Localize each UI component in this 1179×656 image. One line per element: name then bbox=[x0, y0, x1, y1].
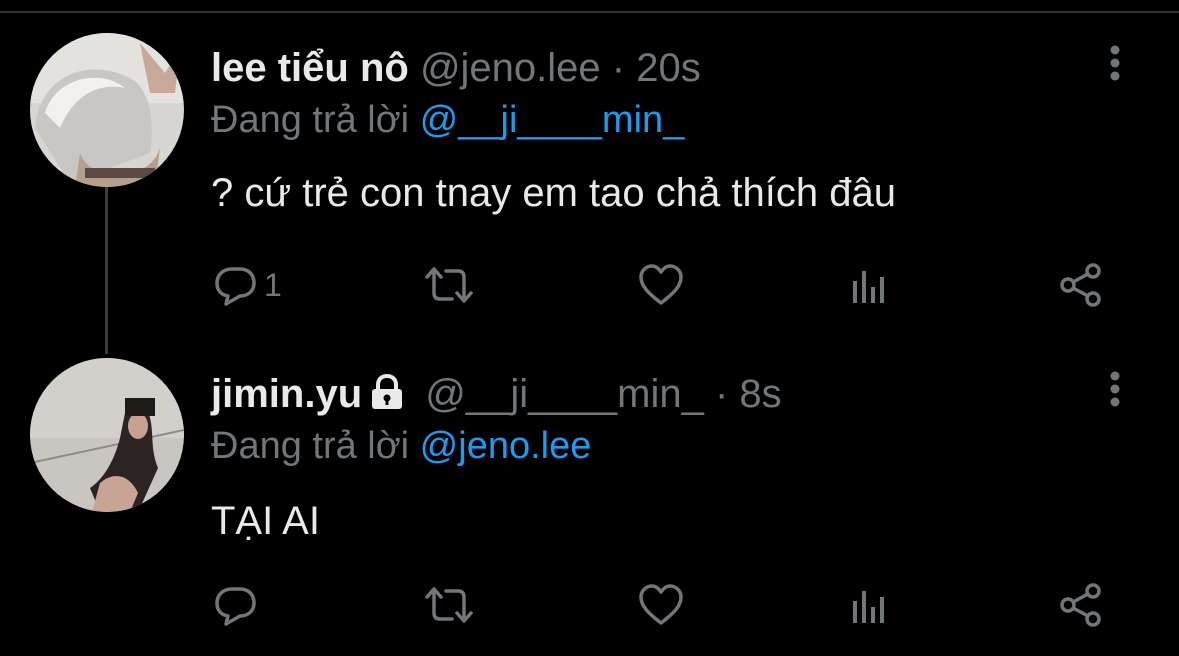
reply-button[interactable]: 1 bbox=[214, 262, 282, 308]
share-icon bbox=[1060, 583, 1101, 627]
retweet-button[interactable] bbox=[423, 262, 475, 308]
replying-to: Đang trả lời @jeno.lee bbox=[211, 427, 591, 465]
handle[interactable]: @jeno.lee bbox=[420, 46, 601, 90]
display-name[interactable]: jimin.yu bbox=[211, 372, 362, 416]
display-name[interactable]: lee tiểu nô bbox=[211, 46, 409, 90]
reply-icon bbox=[215, 587, 256, 626]
timestamp[interactable]: 20s bbox=[636, 46, 701, 90]
views-icon bbox=[853, 591, 884, 623]
tweet-text: ? cứ trẻ con tnay em tao chả thích đâu bbox=[211, 171, 896, 215]
avatar[interactable] bbox=[30, 358, 184, 512]
avatar[interactable] bbox=[30, 33, 184, 187]
action-bar bbox=[210, 582, 1110, 632]
action-bar: 1 bbox=[210, 262, 1110, 312]
tweet-header: jimin.yu @__ji____min_ · 8s bbox=[211, 372, 782, 417]
reply-prefix: Đang trả lời bbox=[211, 425, 410, 467]
more-icon[interactable] bbox=[1103, 44, 1127, 88]
top-divider bbox=[0, 11, 1179, 13]
like-icon bbox=[639, 584, 683, 625]
like-icon bbox=[639, 264, 683, 305]
reply-count: 1 bbox=[264, 266, 282, 303]
separator: · bbox=[611, 46, 626, 90]
handle[interactable]: @__ji____min_ bbox=[425, 372, 704, 416]
thread-connector bbox=[105, 186, 108, 354]
tweet-header: lee tiểu nô @jeno.lee · 20s bbox=[211, 48, 701, 88]
retweet-icon bbox=[425, 587, 473, 623]
reply-prefix: Đang trả lời bbox=[211, 99, 410, 141]
more-icon[interactable] bbox=[1103, 370, 1127, 414]
reply-icon bbox=[215, 267, 256, 306]
like-button[interactable] bbox=[638, 262, 684, 308]
share-button[interactable] bbox=[1058, 262, 1104, 308]
share-icon bbox=[1060, 263, 1101, 307]
timestamp[interactable]: 8s bbox=[739, 372, 781, 416]
views-button[interactable] bbox=[850, 582, 890, 628]
views-button[interactable] bbox=[850, 262, 890, 308]
like-button[interactable] bbox=[638, 582, 684, 628]
share-button[interactable] bbox=[1058, 582, 1104, 628]
views-icon bbox=[853, 271, 884, 303]
lock-icon bbox=[368, 373, 406, 417]
reply-mention[interactable]: @__ji____min_ bbox=[420, 99, 685, 141]
replying-to: Đang trả lời @__ji____min_ bbox=[211, 101, 684, 139]
retweet-button[interactable] bbox=[423, 582, 475, 628]
retweet-icon bbox=[425, 267, 473, 303]
reply-mention[interactable]: @jeno.lee bbox=[420, 425, 592, 467]
reply-button[interactable] bbox=[214, 582, 264, 628]
tweet-text: TẠI AI bbox=[211, 499, 320, 543]
separator: · bbox=[714, 372, 729, 416]
